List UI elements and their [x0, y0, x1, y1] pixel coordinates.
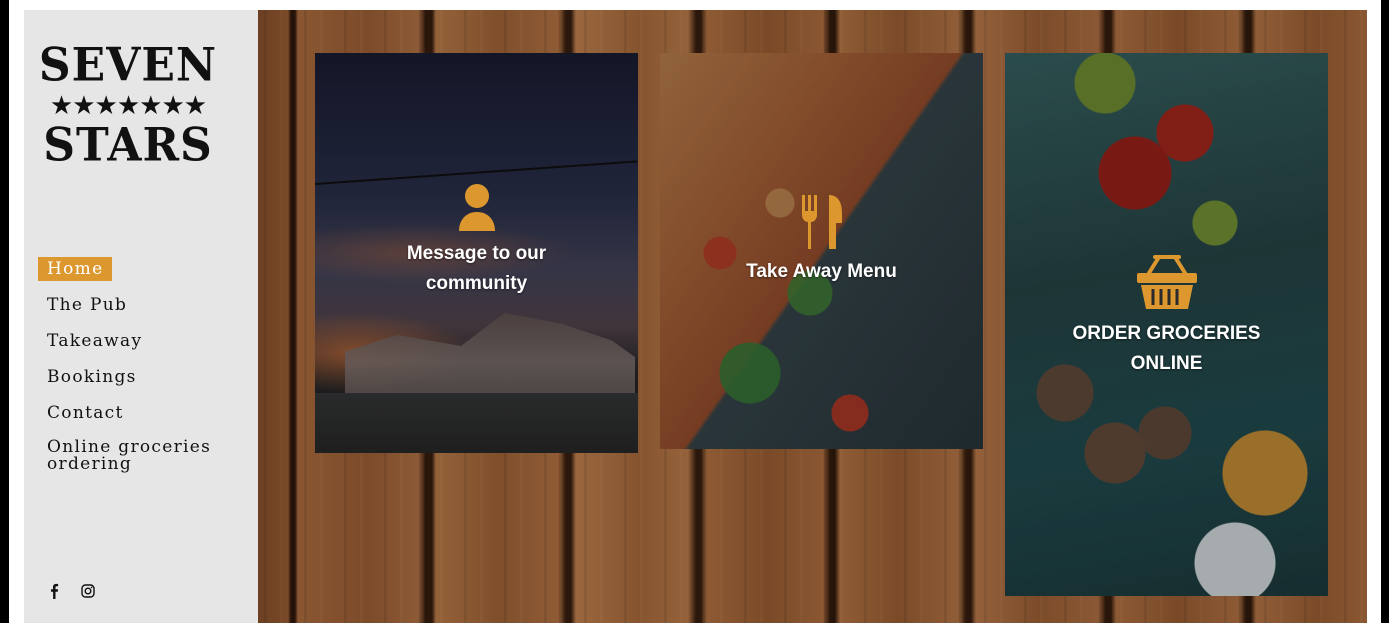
- sidebar: SEVEN ★★★★★★★ STARS Home The Pub Takeawa…: [24, 10, 258, 623]
- site-logo[interactable]: SEVEN ★★★★★★★ STARS: [38, 38, 218, 173]
- nav-item-the-pub[interactable]: The Pub: [38, 293, 248, 317]
- logo-word-stars: STARS: [43, 118, 213, 173]
- user-icon: [458, 184, 495, 231]
- card-order-groceries[interactable]: ORDER GROCERIES ONLINE: [1005, 53, 1328, 596]
- nav-item-online-groceries[interactable]: Online groceries ordering: [38, 437, 248, 475]
- card-content: ORDER GROCERIES ONLINE: [1005, 251, 1328, 379]
- logo-stars: ★★★★★★★: [49, 91, 207, 121]
- card-label: ORDER GROCERIES ONLINE: [1072, 323, 1261, 374]
- card-content: Take Away Menu: [660, 193, 983, 287]
- instagram-icon[interactable]: [80, 582, 96, 600]
- basket-icon: [1136, 255, 1197, 309]
- social-links: [46, 582, 96, 600]
- cutlery-icon: [801, 195, 842, 249]
- nav-item-contact[interactable]: Contact: [38, 401, 248, 425]
- card-content: Message to our community: [315, 183, 638, 299]
- card-community-message[interactable]: Message to our community: [315, 53, 638, 453]
- facebook-icon[interactable]: [46, 582, 62, 600]
- card-takeaway-menu[interactable]: Take Away Menu: [660, 53, 983, 449]
- nav-item-takeaway[interactable]: Takeaway: [38, 329, 248, 353]
- nav-item-bookings[interactable]: Bookings: [38, 365, 248, 389]
- card-label: Take Away Menu: [746, 261, 897, 282]
- card-label: Message to our community: [406, 243, 547, 294]
- main-nav: Home The Pub Takeaway Bookings Contact O…: [38, 257, 248, 487]
- nav-item-home[interactable]: Home: [38, 257, 113, 281]
- logo-word-seven: SEVEN: [38, 38, 218, 93]
